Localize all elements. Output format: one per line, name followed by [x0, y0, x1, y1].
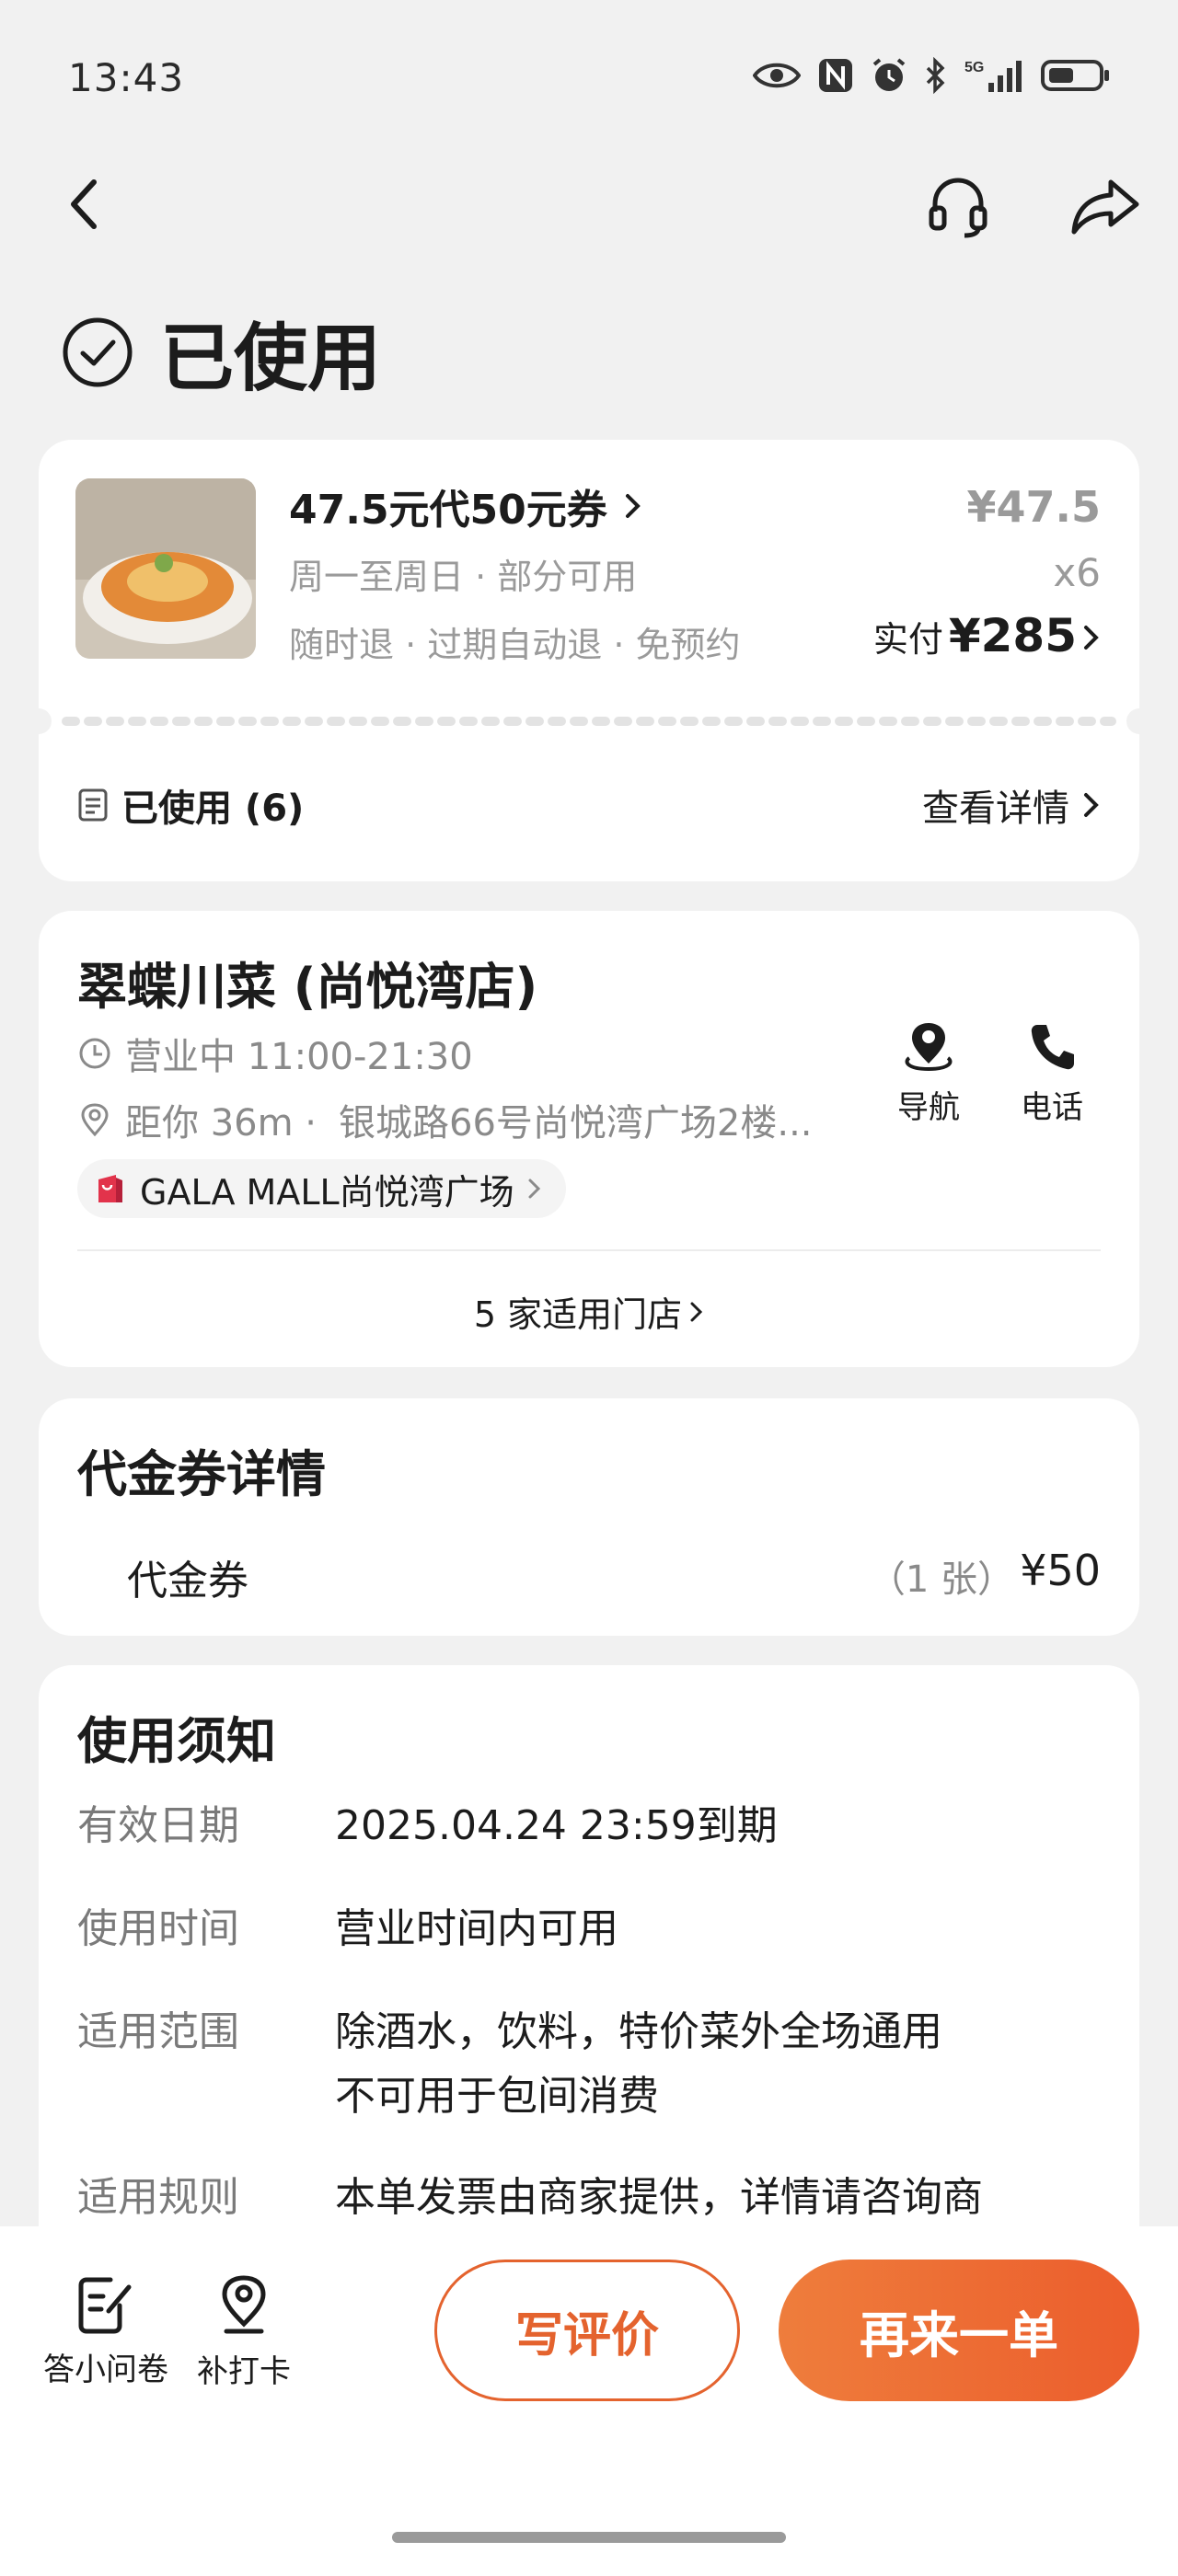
notice-value: 2025.04.24 23:59到期 — [335, 1802, 778, 1849]
product-image[interactable] — [75, 478, 256, 659]
survey-label: 答小问卷 — [43, 2352, 168, 2388]
status-icons: 5G — [753, 57, 1112, 94]
voucher-detail-card: 代金券详情 代金券 （1 张） ¥50 — [39, 1398, 1139, 1636]
call-button[interactable]: 电话 — [1001, 1021, 1103, 1127]
chevron-right-icon — [1084, 793, 1099, 817]
status-time: 13:43 — [68, 55, 185, 100]
notice-value: 本单发票由商家提供，详情请咨询商 — [335, 2174, 983, 2221]
voucher-value: ¥50 — [1020, 1546, 1101, 1595]
notice-key: 有效日期 — [77, 1802, 239, 1849]
checkin-label: 补打卡 — [197, 2353, 291, 2390]
order-status-text: 已使用 — [160, 316, 381, 401]
nav-bar — [0, 156, 1178, 248]
checkin-button[interactable]: 补打卡 — [184, 2274, 304, 2391]
refund-policies: 随时退 · 过期自动退 · 免预约 — [289, 625, 741, 665]
location-pin-icon — [81, 1103, 109, 1137]
write-review-button[interactable]: 写评价 — [434, 2260, 740, 2401]
notice-value: 营业时间内可用 — [335, 1905, 618, 1952]
check-circle-icon — [63, 317, 133, 387]
shop-hours: 营业中 11:00-21:30 — [77, 1027, 473, 1080]
coupon-title-link[interactable]: 47.5元代50元券 — [289, 477, 642, 535]
order-card: 47.5元代50元券 周一至周日 · 部分可用 随时退 · 过期自动退 · 免预… — [39, 440, 1139, 881]
notice-row-validity: 有效日期 2025.04.24 23:59到期 — [77, 1794, 778, 1858]
navigate-label: 导航 — [897, 1089, 960, 1126]
notice-row-rules: 适用规则 本单发票由商家提供，详情请咨询商 — [77, 2166, 983, 2230]
headset-icon[interactable] — [918, 167, 998, 247]
coupon-title: 47.5元代50元券 — [289, 487, 607, 534]
view-details-label: 查看详情 — [922, 788, 1069, 830]
call-label: 电话 — [1021, 1089, 1083, 1126]
voucher-count: （1 张） — [868, 1558, 1014, 1601]
status-bar: 13:43 5G — [0, 0, 1178, 138]
eye-icon — [753, 63, 801, 88]
voucher-name: 代金券 — [127, 1558, 248, 1604]
divider — [77, 1249, 1101, 1251]
shop-distance: 距你 36m · — [125, 1102, 318, 1144]
applicable-stores-link[interactable]: 5 家适用门店 — [39, 1286, 1139, 1337]
survey-button[interactable]: 答小问卷 — [37, 2274, 175, 2389]
chevron-right-icon — [528, 1179, 540, 1199]
voucher-list-icon — [78, 788, 108, 822]
shopping-bag-icon — [98, 1175, 122, 1202]
notice-key: 适用范围 — [77, 2008, 239, 2055]
notice-key: 适用规则 — [77, 2174, 239, 2221]
mall-name: GALA MALL尚悦湾广场 — [140, 1171, 514, 1213]
notice-value: 除酒水，饮料，特价菜外全场通用 — [335, 2008, 942, 2055]
shop-hours-text: 营业中 11:00-21:30 — [125, 1036, 473, 1078]
survey-edit-icon — [78, 2277, 132, 2334]
home-indicator[interactable] — [392, 2532, 786, 2543]
phone-icon — [1031, 1025, 1074, 1070]
usage-notice-card: 使用须知 有效日期 2025.04.24 23:59到期 使用时间 营业时间内可… — [39, 1665, 1139, 2309]
applicable-stores-label: 5 家适用门店 — [473, 1294, 683, 1335]
quantity: x6 — [1053, 550, 1101, 595]
notice-row-time: 使用时间 营业时间内可用 — [77, 1897, 618, 1961]
shop-address: 银城路66号尚悦湾广场2楼... — [339, 1102, 813, 1144]
reorder-button[interactable]: 再来一单 — [779, 2260, 1139, 2401]
paid-amount: ¥285 — [948, 609, 1077, 662]
bluetooth-icon — [926, 57, 945, 94]
order-status-heading: 已使用 — [61, 299, 381, 406]
paid-label: 实付 — [872, 619, 943, 660]
shop-location: 距你 36m · 银城路66号尚悦湾广场2楼... — [77, 1093, 813, 1146]
navigate-button[interactable]: 导航 — [878, 1021, 979, 1127]
unit-price: ¥47.5 — [966, 482, 1101, 532]
share-icon[interactable] — [1064, 167, 1147, 247]
notice-key: 使用时间 — [77, 1905, 239, 1952]
svg-text:5G: 5G — [964, 60, 984, 75]
paid-amount-link[interactable]: 实付 ¥285 — [873, 609, 1101, 662]
battery-icon — [1041, 60, 1109, 91]
mall-tag[interactable]: GALA MALL尚悦湾广场 — [77, 1159, 566, 1218]
5g-signal-icon: 5G — [964, 60, 1022, 92]
usage-days: 周一至周日 · 部分可用 — [289, 557, 638, 597]
used-count-label: 已使用 (6) — [121, 788, 305, 830]
clock-icon — [79, 1038, 110, 1069]
alarm-icon — [872, 58, 906, 91]
chevron-right-icon — [625, 494, 641, 518]
shop-card: 翠蝶川菜 (尚悦湾店) 营业中 11:00-21:30 距你 36m · 银城路… — [39, 911, 1139, 1367]
checkin-pin-icon — [222, 2275, 266, 2334]
used-row: 已使用 (6) 查看详情 — [77, 778, 1101, 832]
notice-row-scope: 适用范围 除酒水，饮料，特价菜外全场通用 不可用于包间消费 — [77, 2000, 942, 2129]
back-icon[interactable] — [48, 167, 121, 241]
nfc-icon — [819, 59, 852, 92]
chevron-right-icon — [1084, 626, 1099, 650]
voucher-section-title: 代金券详情 — [77, 1445, 326, 1503]
notice-section-title: 使用须知 — [77, 1712, 276, 1770]
shop-name[interactable]: 翠蝶川菜 (尚悦湾店) — [77, 946, 537, 1018]
view-details-link[interactable]: 查看详情 — [922, 778, 1101, 832]
perforation-divider — [39, 708, 1139, 734]
notice-value: 不可用于包间消费 — [335, 2073, 659, 2120]
chevron-right-icon — [690, 1302, 703, 1321]
navigation-pin-icon — [905, 1023, 953, 1072]
bottom-action-bar: 答小问卷 补打卡 写评价 再来一单 — [0, 2226, 1178, 2576]
